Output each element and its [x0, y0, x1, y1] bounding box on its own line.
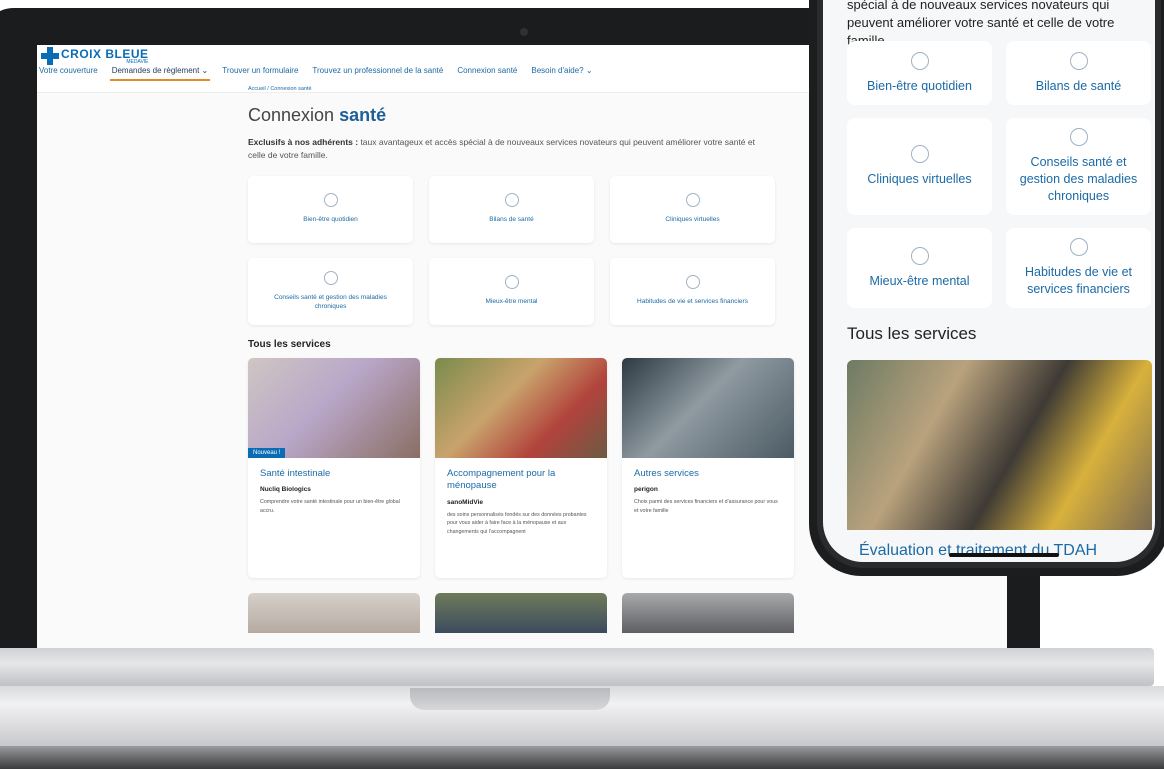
laptop-shadow — [0, 746, 1164, 769]
service-card-menopause[interactable]: Accompagnement pour la ménopause sanoMid… — [435, 357, 607, 578]
category-card-bien-etre[interactable]: Bien-être quotidien — [248, 175, 413, 243]
service-description: Choix parmi des services financiers et d… — [634, 499, 778, 514]
service-image — [622, 357, 794, 458]
phone-category-bilans[interactable]: Bilans de santé — [1006, 41, 1151, 105]
hand-heart-icon — [1069, 128, 1088, 147]
services-grid: Nouveau ! Santé intestinale Nucliq Biolo… — [248, 357, 794, 578]
intro-text: Exclusifs à nos adhérents : taux avantag… — [248, 137, 755, 160]
person-icon — [910, 145, 929, 164]
service-image — [435, 357, 607, 458]
head-icon — [910, 246, 929, 265]
hand-heart-icon — [323, 271, 338, 286]
phone-home-indicator — [949, 553, 1059, 557]
service-partner: perigon — [634, 486, 658, 494]
service-image-peek[interactable] — [248, 592, 420, 633]
bar-chart-icon — [504, 193, 519, 208]
laptop-notch — [410, 688, 610, 710]
nav-item-aide[interactable]: Besoin d'aide? ⌄ — [529, 64, 594, 81]
laptop-hinge — [0, 648, 1154, 686]
category-grid: Bien-être quotidien Bilans de santé Clin… — [248, 175, 793, 325]
service-card-intestinale[interactable]: Nouveau ! Santé intestinale Nucliq Biolo… — [248, 357, 420, 578]
phone-category-mieux-etre[interactable]: Mieux-être mental — [847, 228, 992, 308]
main-nav: Votre couverture Demandes de règlement ⌄… — [37, 64, 595, 81]
service-title: Autres services — [634, 467, 699, 479]
croix-bleue-logo[interactable]: CROIX BLEUE MEDAVIE — [41, 47, 149, 65]
page-title: Connexion santé — [248, 105, 387, 125]
phone-category-bien-etre[interactable]: Bien-être quotidien — [847, 41, 992, 105]
services-grid-next-row — [248, 592, 794, 633]
phone-featured-service-image[interactable] — [847, 360, 1152, 530]
phone-all-services-heading: Tous les services — [847, 324, 977, 343]
phone-category-grid: Bien-être quotidien Bilans de santé Clin… — [847, 41, 1152, 308]
bar-chart-icon — [1069, 51, 1088, 70]
phone-category-cliniques[interactable]: Cliniques virtuelles — [847, 118, 992, 215]
service-partner: sanoMidVie — [447, 499, 484, 507]
new-badge: Nouveau ! — [248, 447, 286, 458]
category-card-conseils[interactable]: Conseils santé et gestion des maladies c… — [248, 257, 413, 325]
logo-main-text: CROIX BLEUE — [61, 46, 149, 61]
service-title: Accompagnement pour la ménopause — [447, 467, 556, 492]
phone-bezel: spécial à de nouveaux services novateurs… — [817, 0, 1161, 568]
nav-item-reglement[interactable]: Demandes de règlement ⌄ — [109, 64, 211, 81]
page-body: Connexion santé Exclusifs à nos adhérent… — [248, 105, 794, 633]
phone-screen: spécial à de nouveaux services novateurs… — [823, 0, 1155, 562]
phone-featured-service-title[interactable]: Évaluation et traitement du TDAH — [859, 542, 1097, 560]
service-title: Santé intestinale — [260, 467, 331, 479]
service-image-peek[interactable] — [622, 592, 794, 633]
service-description: des soins personnalisés fondés sur des d… — [447, 512, 587, 535]
service-image: Nouveau ! — [248, 357, 420, 458]
person-icon — [685, 193, 700, 208]
service-partner: Nucliq Biologics — [260, 486, 311, 494]
plus-circle-icon — [1069, 238, 1088, 257]
lotus-icon — [910, 51, 929, 70]
nav-item-couverture[interactable]: Votre couverture — [37, 64, 100, 81]
nav-item-professionnel[interactable]: Trouvez un professionnel de la santé — [310, 64, 445, 81]
plus-circle-icon — [685, 275, 700, 290]
head-icon — [504, 275, 519, 290]
service-image-peek[interactable] — [435, 592, 607, 633]
nav-item-connexion-sante[interactable]: Connexion santé — [455, 64, 519, 81]
nav-item-formulaire[interactable]: Trouver un formulaire — [220, 64, 300, 81]
category-card-cliniques[interactable]: Cliniques virtuelles — [610, 175, 775, 243]
category-card-habitudes[interactable]: Habitudes de vie et services financiers — [610, 257, 775, 325]
category-card-bilans[interactable]: Bilans de santé — [429, 175, 594, 243]
service-card-autres[interactable]: Autres services perigon Choix parmi des … — [622, 357, 794, 578]
lotus-icon — [323, 193, 338, 208]
phone-category-conseils[interactable]: Conseils santé et gestion des maladies c… — [1006, 118, 1151, 215]
laptop-base — [0, 648, 1164, 769]
all-services-heading: Tous les services — [248, 338, 331, 350]
breadcrumb[interactable]: Accueil / Connexion santé — [248, 86, 312, 92]
phone-category-habitudes[interactable]: Habitudes de vie et services financiers — [1006, 228, 1151, 308]
category-card-mieux-etre[interactable]: Mieux-être mental — [429, 257, 594, 325]
phone-frame: spécial à de nouveaux services novateurs… — [809, 0, 1164, 576]
cross-logo-icon — [41, 47, 59, 65]
service-description: Comprendre votre santé intestinale pour … — [260, 499, 400, 514]
